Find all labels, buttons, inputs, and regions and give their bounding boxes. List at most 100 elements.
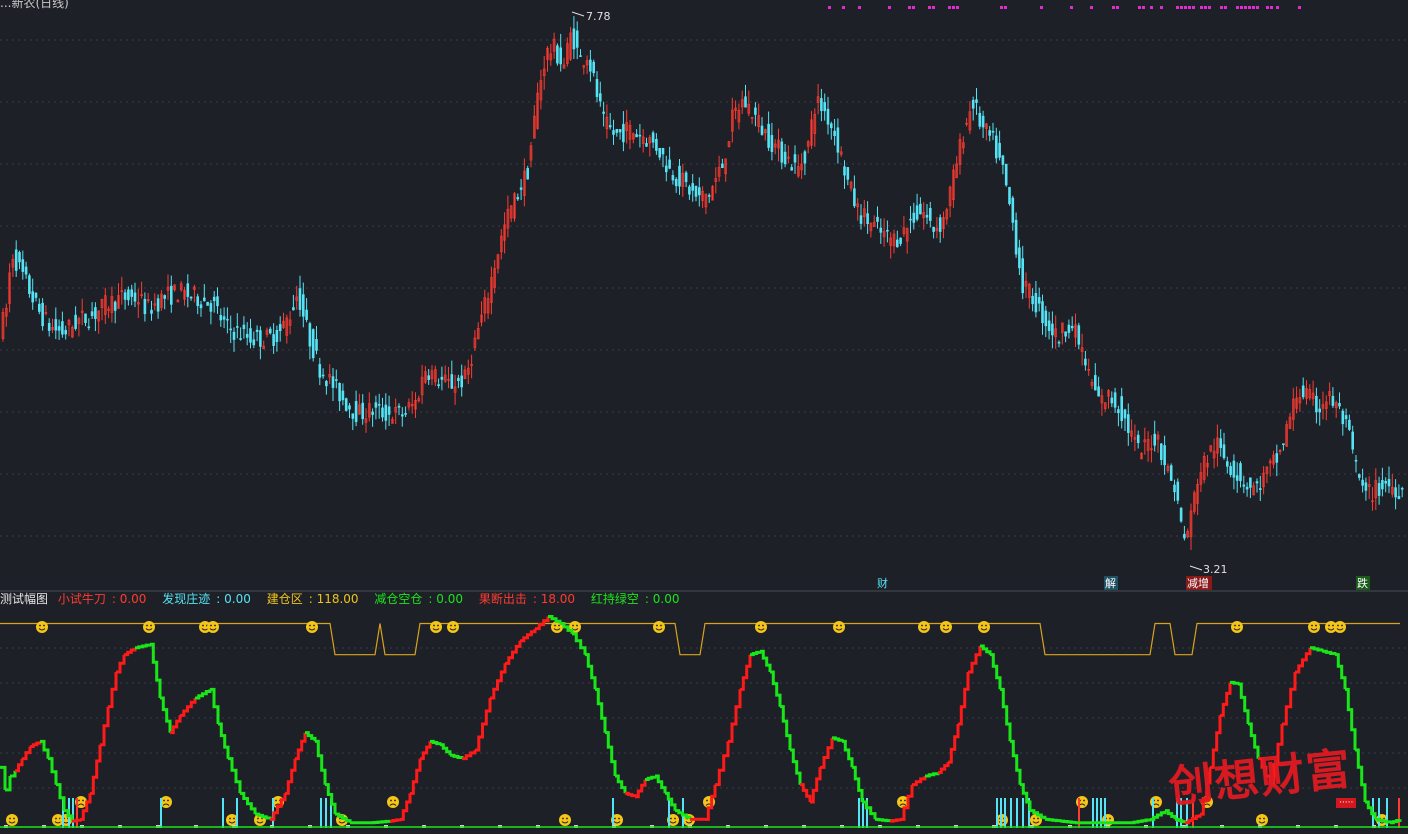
frown-icon [1076,796,1088,808]
face-eye [562,817,564,820]
face-eye [1083,799,1085,802]
oscillator-segment [820,737,834,769]
smile-icon [559,814,571,826]
candle-body [615,128,619,133]
candle-body [1163,445,1166,466]
candle-body [1318,408,1321,413]
magenta-marker [1252,6,1255,9]
candle-body [387,406,391,415]
candle-body [1232,460,1236,478]
oscillator-segment [30,741,42,749]
magenta-marker [1200,6,1203,9]
candle-body [275,330,279,343]
candle-body [236,326,239,328]
candle-body [196,296,199,306]
oscillator-segment [968,646,982,674]
candle-body [1120,396,1123,422]
face-eye [9,817,11,820]
face-eye [163,799,165,802]
signal-bar [1000,798,1002,828]
candle-body [707,195,711,197]
oscillator-segment [22,746,32,761]
candle-body [1255,481,1259,484]
face-eye [660,624,662,627]
face-eye [1037,817,1039,820]
candle-body [638,134,642,137]
candle-body [1176,481,1180,501]
candle-body [1031,295,1034,305]
oscillator-segment [760,649,772,672]
candle-body [994,135,998,159]
candle-body [1014,219,1018,255]
face-eye [309,624,311,627]
face-eye [454,624,456,627]
oscillator-segment [1295,647,1312,674]
signal-bar [1016,798,1018,828]
candle-body [371,411,374,415]
oscillator-segment [490,663,507,700]
candle-body [186,283,190,297]
candle-body [1351,431,1354,450]
candle-body [130,289,133,297]
candle-body [668,159,671,169]
candle-body [259,330,262,347]
face-eye [210,624,212,627]
oscillator-segment [615,774,627,794]
candle-body [912,212,916,223]
face-eye [1332,624,1334,627]
signal-bar [222,798,224,828]
candle-body [988,130,992,136]
candle-body [598,93,602,102]
candle-body [1169,465,1173,481]
candle-body [767,123,770,148]
candle-body [1259,488,1262,490]
candle-body [31,291,35,303]
candle-body [397,405,401,408]
oscillator-segment [990,653,1002,690]
smile-icon [207,621,219,633]
candle-body [348,405,351,410]
candle-body [694,185,698,197]
oscillator-segment [150,642,162,698]
signal-bar [72,798,74,828]
face-eye [433,624,435,627]
signal-bar [612,798,614,828]
face-eye [836,624,838,627]
candle-body [1354,459,1358,462]
oscillator-segment [56,783,66,811]
signal-bar [1398,798,1400,828]
magenta-marker [1244,6,1247,9]
oscillator-segment [505,640,522,665]
candle-body [655,138,658,151]
smile-icon [833,621,845,633]
magenta-marker [956,6,959,9]
candle-body [87,326,91,329]
candle-body [1004,163,1008,186]
window-title: ...新农(日线) [0,0,69,10]
candle-body [47,322,51,331]
candle-body [1331,395,1335,406]
candle-body [321,374,325,377]
candle-body [37,303,41,312]
candle-body [1364,482,1368,491]
candle-body [790,167,794,171]
oscillator-segment [780,705,792,750]
candle-body [519,187,523,190]
oscillator-segment [750,650,762,657]
candle-body [1136,434,1140,444]
candle-body [1077,325,1081,345]
oscillator-segment [108,672,118,709]
face-eye [146,624,148,627]
face-eye [925,624,927,627]
oscillator-segment [645,775,657,781]
candle-body [1387,479,1391,487]
oscillator-segment [390,818,402,823]
candle-body [1041,301,1044,324]
legend-item-4: 果断出击: 18.00 [478,592,576,606]
candle-body [674,178,678,187]
oscillator-segment [90,744,102,795]
face-eye [339,817,341,820]
candle-body [1097,386,1100,397]
oscillator-segment [1282,672,1297,726]
candle-body [1067,324,1071,333]
